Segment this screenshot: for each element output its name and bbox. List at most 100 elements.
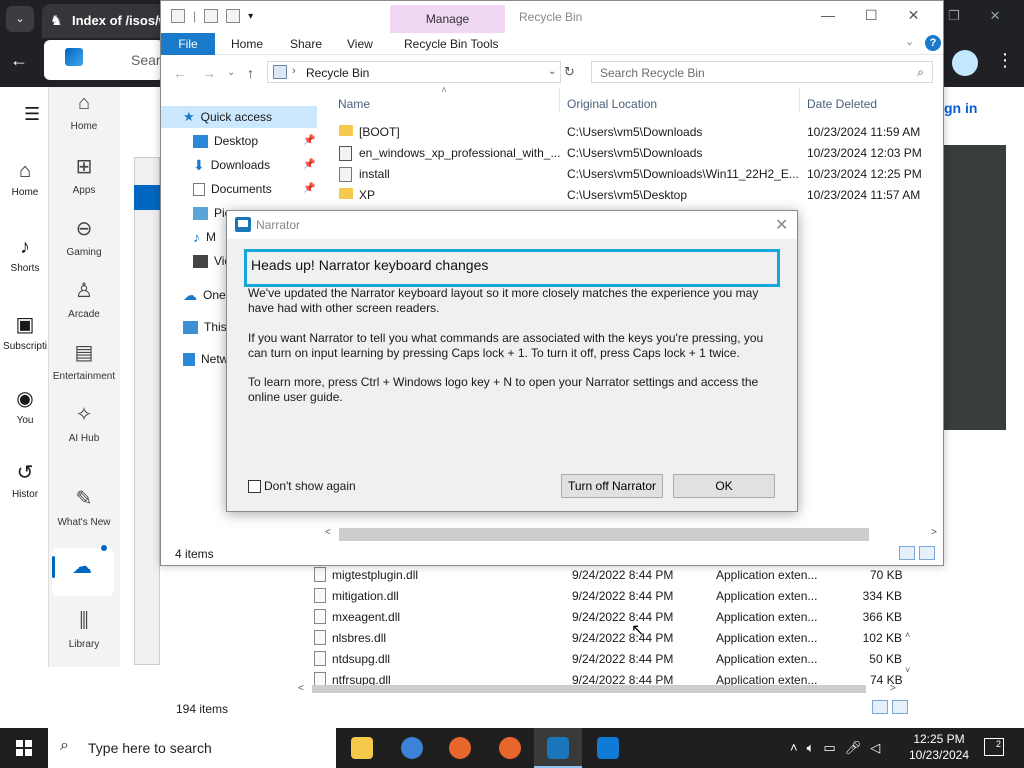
minimize-icon[interactable]: — <box>821 7 835 24</box>
firefox-taskbar-button-2[interactable] <box>486 728 534 768</box>
scroll-down-icon[interactable]: ˅ <box>905 665 910 675</box>
forward-arrow-icon[interactable]: → <box>202 65 216 81</box>
more-menu-icon[interactable]: ⋮ <box>996 50 1014 71</box>
table-row[interactable]: [BOOT] C:\Users\vm5\Downloads 10/23/2024 1… <box>331 122 941 143</box>
profile-avatar[interactable] <box>952 50 978 76</box>
view-toggle[interactable] <box>899 546 935 562</box>
back-arrow-icon[interactable]: ← <box>10 50 28 71</box>
help-icon[interactable]: ? <box>925 35 941 51</box>
narrator-taskbar-button[interactable] <box>534 728 582 768</box>
dont-show-again-label[interactable]: Don't show again <box>264 479 356 493</box>
turn-off-narrator-button[interactable]: Turn off Narrator <box>561 474 663 498</box>
store-nav-gaming[interactable]: ⊖ Gaming <box>48 216 120 258</box>
scroll-right-icon[interactable]: > <box>890 683 896 694</box>
table-row[interactable]: install C:\Users\vm5\Downloads\Win11_22H2… <box>331 164 941 185</box>
close-icon[interactable]: ✕ <box>775 215 788 235</box>
taskbar-search-box[interactable]: ⌕ Type here to search <box>48 728 336 768</box>
qat-dropdown-icon[interactable]: ▾ <box>248 11 253 22</box>
yt-nav-home[interactable]: ⌂ Home <box>0 160 50 198</box>
column-header-name[interactable]: Name <box>338 97 370 111</box>
store-nav-library[interactable]: ⫼ Library <box>48 610 120 650</box>
nav-music[interactable]: ♪ M <box>193 227 216 247</box>
search-input[interactable]: Search Recycle Bin ⌕ <box>591 61 933 83</box>
store-nav-apps[interactable]: ⊞ Apps <box>48 154 120 196</box>
details-view-icon[interactable] <box>899 546 915 560</box>
address-bar[interactable]: › Recycle Bin ⌄ <box>267 61 561 83</box>
table-row[interactable]: migtestplugin.dll 9/24/2022 8:44 PM Applic… <box>300 565 920 586</box>
table-row[interactable]: mitigation.dll 9/24/2022 8:44 PM Applicati… <box>300 586 920 607</box>
microphone-icon[interactable]: 🎤︎ <box>845 740 862 756</box>
details-view-icon[interactable] <box>872 700 888 714</box>
clock[interactable]: 12:25 PM 10/23/2024 <box>906 731 972 763</box>
column-divider[interactable] <box>559 89 560 113</box>
column-header-original-location[interactable]: Original Location <box>567 97 657 111</box>
scroll-left-icon[interactable]: < <box>298 683 304 694</box>
network-icon[interactable]: ▭ <box>823 740 835 756</box>
store-nav-home[interactable]: ⌂ Home <box>48 92 120 132</box>
table-row[interactable]: XP C:\Users\vm5\Desktop 10/23/2024 11:57 A… <box>331 185 941 206</box>
address-dropdown-icon[interactable]: ⌄ <box>548 66 556 77</box>
file-explorer-taskbar-button[interactable] <box>338 728 386 768</box>
firefox-taskbar-button[interactable] <box>436 728 484 768</box>
close-icon[interactable]: ✕ <box>908 7 920 24</box>
store-nav-ai-hub[interactable]: ✧ AI Hub <box>48 402 120 444</box>
scroll-right-icon[interactable]: > <box>931 527 937 538</box>
table-row[interactable]: en_windows_xp_professional_with_... C:\Us… <box>331 143 941 164</box>
breadcrumb-chevron-icon[interactable]: › <box>292 65 296 77</box>
notifications-badge[interactable]: 2 <box>984 738 1004 756</box>
close-icon[interactable]: ✕ <box>990 8 1001 24</box>
up-arrow-icon[interactable]: ↑ <box>247 65 254 81</box>
tab-file[interactable]: File <box>161 33 215 55</box>
large-icons-view-icon[interactable] <box>892 700 908 714</box>
store-nav-whats-new[interactable]: ✎ What's New <box>48 486 120 528</box>
show-hidden-icons-icon[interactable]: ˄ <box>790 740 798 756</box>
browser-tab[interactable]: ♞ Index of /isos/w <box>42 4 169 38</box>
start-button[interactable] <box>0 728 48 768</box>
yt-nav-shorts[interactable]: ♪ Shorts <box>0 236 50 274</box>
new-folder-icon[interactable] <box>226 9 241 23</box>
recent-locations-icon[interactable]: ⌄ <box>227 67 235 78</box>
manage-tab[interactable]: Manage <box>390 12 505 26</box>
large-icons-view-icon[interactable] <box>919 546 935 560</box>
maximize-icon[interactable]: ☐ <box>865 7 878 24</box>
hamburger-menu-icon[interactable]: ☰ <box>24 104 40 125</box>
yt-nav-subscriptions[interactable]: ▣ Subscripti <box>0 312 50 352</box>
horizontal-scrollbar-thumb[interactable] <box>339 528 869 541</box>
tab-recycle-bin-tools[interactable]: Recycle Bin Tools <box>404 37 499 51</box>
column-divider[interactable] <box>799 89 800 113</box>
refresh-icon[interactable]: ↻ <box>564 64 575 80</box>
column-header-date-deleted[interactable]: Date Deleted <box>807 97 877 111</box>
properties-icon[interactable] <box>204 9 219 23</box>
dont-show-again-checkbox[interactable] <box>248 480 261 493</box>
volume-icon[interactable]: 🔈︎ <box>807 740 815 756</box>
tab-view[interactable]: View <box>347 37 373 51</box>
store-taskbar-button[interactable] <box>584 728 632 768</box>
restore-icon[interactable]: ❐ <box>948 8 960 24</box>
tab-home[interactable]: Home <box>231 37 263 51</box>
scroll-left-icon[interactable]: < <box>325 527 331 538</box>
table-row[interactable]: mxeagent.dll 9/24/2022 8:44 PM Application… <box>300 607 920 628</box>
store-nav-entertainment[interactable]: ▤ Entertainment <box>48 340 120 382</box>
nav-documents[interactable]: Documents <box>193 179 272 199</box>
ok-button[interactable]: OK <box>673 474 775 498</box>
tab-search-button[interactable]: ⌄ <box>6 6 34 32</box>
table-row[interactable]: ntdsupg.dll 9/24/2022 8:44 PM Application … <box>300 649 920 670</box>
yt-nav-you[interactable]: ◉ You <box>0 386 50 426</box>
store-nav-arcade[interactable]: ♙ Arcade <box>48 278 120 320</box>
tab-share[interactable]: Share <box>290 37 322 51</box>
horizontal-scrollbar-thumb[interactable] <box>312 685 866 693</box>
chrome-taskbar-button[interactable] <box>388 728 436 768</box>
nav-onedrive[interactable]: ☁ One <box>183 285 226 305</box>
yt-nav-history[interactable]: ↺ Histor <box>0 460 50 500</box>
expand-ribbon-icon[interactable]: ⌄ <box>905 35 914 48</box>
back-arrow-icon[interactable]: ← <box>173 65 187 81</box>
sign-in-link[interactable]: gn in <box>944 100 1024 130</box>
view-toggle[interactable] <box>872 700 908 716</box>
nav-downloads[interactable]: ⬇ Downloads <box>193 155 270 175</box>
scroll-up-icon[interactable]: ˄ <box>905 630 910 640</box>
table-row[interactable]: nlsbres.dll 9/24/2022 8:44 PM Application … <box>300 628 920 649</box>
nav-desktop[interactable]: Desktop <box>193 131 258 151</box>
speaker-icon[interactable]: ◁ <box>870 740 880 756</box>
nav-network[interactable]: Netw <box>183 349 228 369</box>
nav-this-pc[interactable]: This <box>183 317 227 337</box>
